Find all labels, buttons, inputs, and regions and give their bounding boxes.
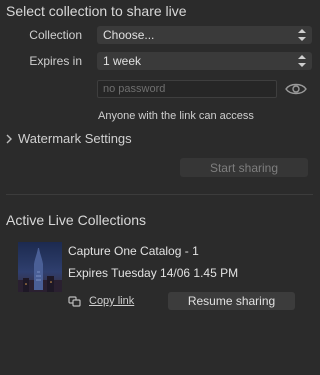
copy-link[interactable]: Copy link bbox=[89, 295, 134, 307]
access-note: Anyone with the link can access bbox=[98, 110, 254, 122]
password-placeholder: no password bbox=[103, 83, 166, 95]
watermark-settings-toggle[interactable]: Watermark Settings bbox=[6, 131, 132, 146]
up-down-arrows-icon bbox=[298, 29, 306, 41]
expires-label: Expires in bbox=[29, 54, 82, 68]
collection-select[interactable]: Choose... bbox=[97, 26, 312, 44]
share-panel-title: Select collection to share live bbox=[6, 3, 187, 19]
eye-icon[interactable] bbox=[285, 81, 307, 97]
collection-name: Capture One Catalog - 1 bbox=[68, 244, 199, 258]
up-down-arrows-icon bbox=[298, 55, 306, 67]
active-collections-title: Active Live Collections bbox=[6, 212, 147, 228]
expires-select[interactable]: 1 week bbox=[97, 52, 312, 70]
password-field[interactable]: no password bbox=[97, 80, 277, 98]
watermark-settings-label: Watermark Settings bbox=[18, 131, 132, 146]
collection-select-value: Choose... bbox=[103, 28, 155, 42]
collection-expiry: Expires Tuesday 14/06 1.45 PM bbox=[68, 266, 239, 280]
collection-label: Collection bbox=[29, 28, 82, 42]
start-sharing-button[interactable]: Start sharing bbox=[180, 158, 308, 177]
copy-link-icon[interactable] bbox=[68, 295, 82, 307]
expires-select-value: 1 week bbox=[103, 54, 142, 68]
collection-thumbnail bbox=[18, 242, 62, 292]
section-divider bbox=[6, 194, 313, 195]
chevron-right-icon bbox=[6, 134, 12, 143]
resume-sharing-button[interactable]: Resume sharing bbox=[168, 292, 295, 310]
